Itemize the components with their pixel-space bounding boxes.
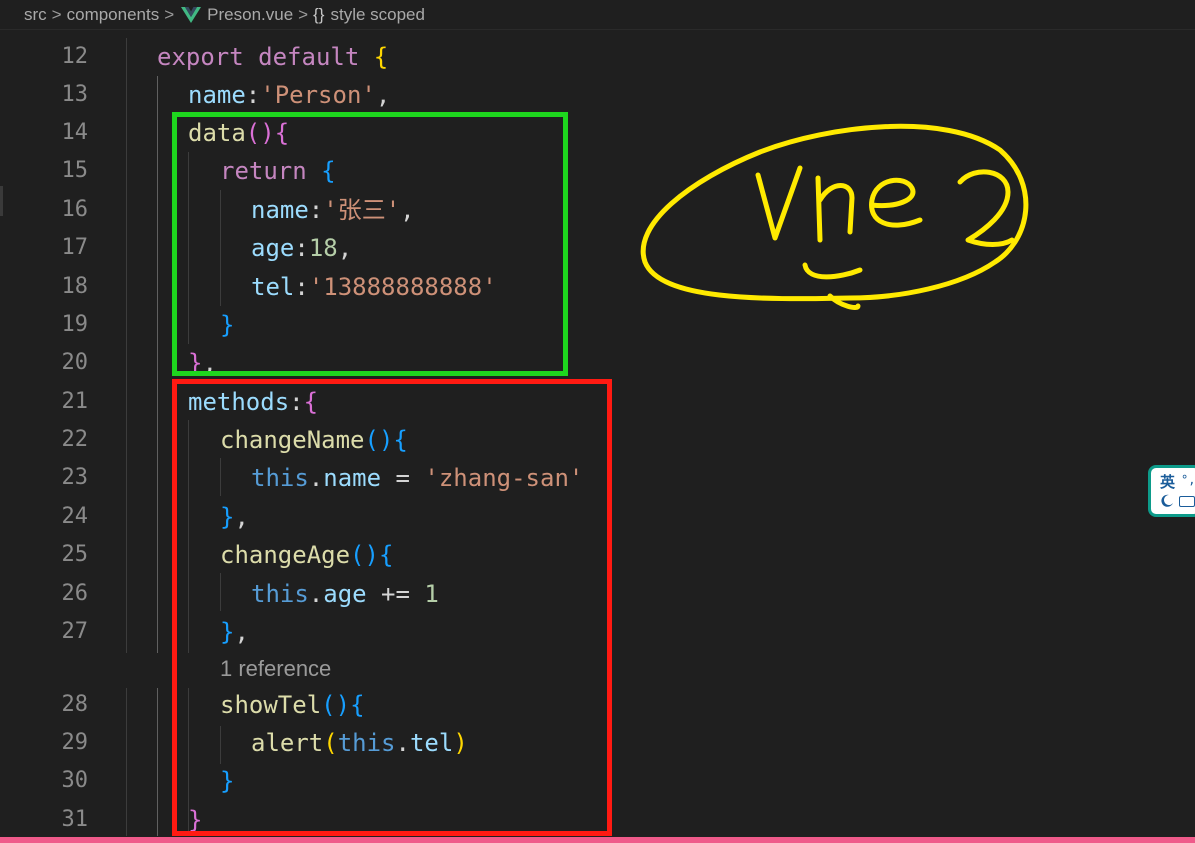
chevron-right-icon: > <box>51 4 62 24</box>
line-number: 29 <box>61 730 89 755</box>
braces-icon: {} <box>313 4 325 24</box>
vue-file-icon <box>181 6 202 23</box>
ime-indicator[interactable]: 英 °, <box>1148 465 1195 517</box>
code-line[interactable]: 13 name:'Person', <box>0 76 1195 114</box>
line-number: 18 <box>61 274 89 299</box>
line-number: 19 <box>61 312 89 337</box>
line-number: 26 <box>61 581 89 606</box>
line-number: 30 <box>61 768 89 793</box>
code-text[interactable]: name:'Person', <box>188 76 390 114</box>
line-number: 23 <box>61 465 89 490</box>
methods-highlight-box <box>172 379 612 836</box>
code-token: name <box>188 81 246 109</box>
code-token: , <box>375 81 391 109</box>
line-number: 16 <box>61 197 89 222</box>
code-token: 'Person' <box>260 81 376 109</box>
line-number: 31 <box>61 807 89 832</box>
code-text[interactable]: export default { <box>157 38 388 76</box>
line-number: 20 <box>61 350 89 375</box>
breadcrumb-components[interactable]: components <box>67 5 160 25</box>
line-number: 13 <box>61 82 89 107</box>
line-number: 28 <box>61 692 89 717</box>
line-number: 14 <box>61 120 89 145</box>
line-number: 22 <box>61 427 89 452</box>
code-token: export <box>157 43 244 71</box>
code-token: { <box>373 43 389 71</box>
chevron-right-icon: > <box>298 4 309 24</box>
code-token: : <box>245 81 261 109</box>
data-highlight-box <box>172 112 568 376</box>
breadcrumb-section[interactable]: style scoped <box>330 5 425 25</box>
line-number: 27 <box>61 619 89 644</box>
chevron-right-icon: > <box>164 4 175 24</box>
status-bar <box>0 837 1195 843</box>
ime-language-label: 英 <box>1160 473 1176 491</box>
ime-punctuation-icon: °, <box>1181 473 1195 487</box>
breadcrumb-file[interactable]: Preson.vue <box>207 5 293 25</box>
keyboard-icon <box>1179 496 1195 507</box>
line-number: 25 <box>61 542 89 567</box>
line-number: 24 <box>61 504 89 529</box>
line-number: 21 <box>61 389 89 414</box>
breadcrumb-src[interactable]: src <box>24 5 47 25</box>
breadcrumb: src > components > Preson.vue > {} style… <box>0 0 1195 30</box>
line-number: 17 <box>61 235 89 260</box>
line-number: 15 <box>61 158 89 183</box>
moon-icon <box>1161 494 1173 507</box>
line-number: 12 <box>61 44 89 69</box>
code-line[interactable]: 12 export default { <box>0 38 1195 76</box>
code-token: default <box>258 43 360 71</box>
